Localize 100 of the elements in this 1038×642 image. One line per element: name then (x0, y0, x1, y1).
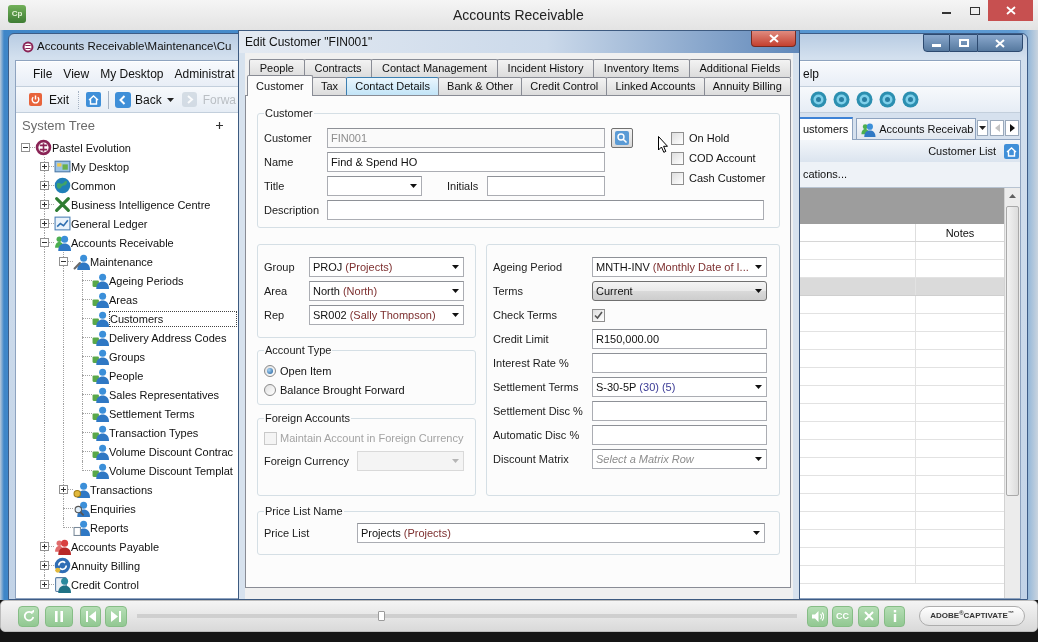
plus-icon[interactable] (40, 219, 49, 228)
text-field[interactable]: R150,000.00 (592, 329, 767, 349)
orb-icon[interactable] (856, 91, 873, 108)
dropdown[interactable]: Current (592, 281, 767, 301)
scroll-up-icon[interactable] (1009, 194, 1016, 198)
checkbox[interactable] (671, 171, 684, 185)
tab[interactable]: Customer (247, 75, 313, 96)
dropdown[interactable]: SR002 (Sally Thompson) (309, 305, 464, 325)
pause-button[interactable] (45, 605, 73, 627)
radio-button[interactable] (264, 365, 276, 377)
orb-icon[interactable] (810, 91, 827, 108)
tab[interactable]: Tax (311, 77, 348, 95)
tree-item[interactable]: People (109, 367, 144, 384)
volume-button[interactable] (807, 605, 828, 627)
checkbox[interactable] (671, 131, 684, 145)
lookup-button[interactable] (611, 128, 633, 148)
tab[interactable]: Inventory Items (593, 59, 690, 77)
tree-item[interactable]: Credit Control (71, 576, 139, 593)
menu-item[interactable]: Administrat (174, 65, 235, 83)
tree-item[interactable]: Common (71, 177, 116, 194)
text-field[interactable] (592, 425, 767, 445)
dropdown[interactable]: MNTH-INV (Monthly Date of I... (592, 257, 767, 277)
plus-icon[interactable] (40, 542, 49, 551)
orb-icon[interactable] (902, 91, 919, 108)
plus-icon[interactable] (216, 122, 223, 129)
tree-item[interactable]: Transaction Types (109, 424, 199, 441)
dropdown[interactable]: Projects (Projects) (357, 523, 765, 543)
checkbox[interactable] (671, 151, 684, 165)
text-field[interactable] (592, 401, 767, 421)
progress-thumb[interactable] (378, 611, 386, 621)
column-header[interactable]: Notes (945, 225, 975, 240)
tab[interactable]: Contact Details (346, 77, 439, 95)
tab[interactable]: Contact Management (371, 59, 498, 77)
home-icon[interactable] (1004, 143, 1019, 159)
document-tab[interactable]: Accounts Receivab (856, 118, 977, 139)
plus-icon[interactable] (40, 580, 49, 589)
dropdown[interactable]: PROJ (Projects) (309, 257, 464, 277)
plus-icon[interactable] (40, 561, 49, 570)
radio-button[interactable] (264, 384, 276, 396)
tree-item[interactable]: Accounts Payable (71, 538, 160, 555)
maximize-button[interactable] (950, 34, 977, 52)
plus-icon[interactable] (59, 485, 68, 494)
orb-icon[interactable] (879, 91, 896, 108)
tree-item[interactable]: Pastel Evolution (52, 139, 131, 156)
close-button[interactable] (988, 0, 1033, 21)
menu-item[interactable]: View (63, 65, 90, 83)
minimize-button[interactable] (923, 34, 950, 52)
dropdown[interactable]: North (North) (309, 281, 464, 301)
next-button[interactable] (105, 605, 127, 627)
tree-item[interactable]: My Desktop (71, 158, 130, 175)
tree-item[interactable]: Ageing Periods (109, 272, 184, 289)
close-button[interactable] (751, 31, 796, 47)
tree-item[interactable]: Groups (109, 348, 146, 365)
toolbar-button[interactable]: Exit (29, 88, 69, 111)
plus-icon[interactable] (40, 181, 49, 190)
tab[interactable]: Additional Fields (688, 59, 791, 77)
document-tab[interactable]: ustomers (800, 117, 854, 140)
menu-item[interactable]: elp (803, 65, 819, 83)
menu-item[interactable]: My Desktop (100, 65, 164, 83)
dropdown[interactable]: S-30-5P (30) (5) (592, 377, 767, 397)
tab[interactable]: Credit Control (521, 77, 608, 95)
checkbox[interactable] (592, 308, 605, 322)
scroll-right-button[interactable] (1005, 120, 1020, 136)
scrollbar-thumb[interactable] (1006, 206, 1019, 496)
dropdown[interactable]: Select a Matrix Row (592, 449, 767, 469)
tree-item[interactable]: Volume Discount Contrac (109, 443, 234, 460)
tree-item[interactable]: Volume Discount Templat (109, 462, 233, 479)
tree-item[interactable]: Delivery Address Codes (109, 329, 227, 346)
tree-item[interactable]: Annuity Billing (71, 557, 141, 574)
tree-item[interactable]: General Ledger (71, 215, 148, 232)
tree-item[interactable]: Settlement Terms (109, 405, 195, 422)
plus-icon[interactable] (40, 162, 49, 171)
dropdown[interactable] (327, 176, 422, 196)
tree-item[interactable]: Reports (90, 519, 129, 536)
replay-button[interactable] (18, 605, 39, 627)
minus-icon[interactable] (21, 143, 30, 152)
minus-icon[interactable] (40, 238, 49, 247)
tree-item[interactable]: Business Intelligence Centre (71, 196, 211, 213)
menu-item[interactable]: File (33, 65, 53, 83)
plus-icon[interactable] (40, 200, 49, 209)
filter-text[interactable]: cations... (803, 166, 848, 183)
tab[interactable]: Incident History (496, 59, 595, 77)
tree-item[interactable]: Maintenance (90, 253, 153, 270)
close-button[interactable] (977, 34, 1023, 52)
scrollbar[interactable] (1004, 188, 1020, 598)
text-field[interactable]: Find & Spend HO (327, 152, 605, 172)
tab[interactable]: Linked Accounts (606, 77, 705, 95)
tab[interactable]: Annuity Billing (703, 77, 791, 95)
previous-button[interactable] (80, 605, 101, 627)
tab[interactable]: Contracts (303, 59, 373, 77)
tab[interactable]: Bank & Other (438, 77, 523, 95)
info-button[interactable] (884, 605, 905, 627)
text-field[interactable] (327, 200, 764, 220)
tree-item[interactable]: Enquiries (90, 500, 136, 517)
toolbar-button[interactable]: Back (115, 88, 174, 111)
tree-item[interactable]: Areas (109, 291, 138, 308)
tab-list-button[interactable] (977, 120, 989, 136)
tree-item[interactable]: Customers (109, 310, 237, 327)
text-field[interactable] (592, 353, 767, 373)
tree-item[interactable]: Accounts Receivable (71, 234, 174, 251)
